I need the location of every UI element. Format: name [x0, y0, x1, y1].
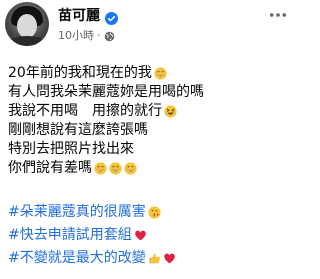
verified-badge-icon [105, 10, 118, 25]
grin-icon [154, 67, 167, 80]
hashtag-link[interactable]: #朵茉麗蔻真的很厲害 [8, 201, 146, 224]
post-line-text: 剛剛想說有這麼誇張嗎 [8, 122, 148, 138]
laugh-tilt-icon [164, 105, 177, 118]
hashtag-line: #不變就是最大的改變 [8, 247, 176, 270]
grin-icon [94, 162, 107, 175]
hashtag-block: #朵茉麗蔻真的很厲害 #快去申請試用套組 #不變就是最大的改變 [8, 201, 176, 270]
post-body: 20年前的我和現在的我 有人問我朵茉麗蔻妳是用喝的嗎 我說不用喝 用擦的就行 剛… [8, 64, 292, 178]
post-line-text: 20年前的我和現在的我 [8, 65, 152, 81]
post-line-text: 有人問我朵茉麗蔻妳是用喝的嗎 [8, 84, 204, 100]
post-meta: 10小時 · [58, 29, 115, 43]
grin-icon [124, 162, 137, 175]
hashtag-line: #朵茉麗蔻真的很厲害 [8, 201, 176, 224]
post-line: 我說不用喝 用擦的就行 [8, 102, 292, 121]
hashtag-link[interactable]: #不變就是最大的改變 [8, 247, 146, 270]
kiss-icon [148, 206, 161, 219]
hashtag-line: #快去申請試用套組 [8, 224, 176, 247]
author-name-row: 苗可麗 [58, 7, 118, 25]
post-line-text: 特別去把照片找出來 [8, 141, 134, 157]
heart-icon [163, 252, 176, 265]
thumbs-up-icon [148, 252, 161, 265]
author-avatar[interactable] [5, 2, 49, 46]
post-line-text: 我說不用喝 用擦的就行 [8, 103, 162, 119]
post-timestamp[interactable]: 10小時 [58, 29, 94, 43]
post-line: 特別去把照片找出來 [8, 140, 292, 159]
heart-icon [134, 229, 147, 242]
more-options-icon[interactable] [268, 8, 288, 22]
facebook-post: 苗可麗 10小時 · 20年前的我和現在的我 有人問我朵茉麗蔻妳是用喝的嗎 我說… [0, 0, 296, 279]
public-globe-icon [104, 31, 115, 42]
meta-separator: · [97, 29, 101, 42]
post-line: 20年前的我和現在的我 [8, 64, 292, 83]
author-name[interactable]: 苗可麗 [58, 7, 100, 25]
grin-icon [109, 162, 122, 175]
post-line: 你們說有差嗎 [8, 159, 292, 178]
post-line: 剛剛想說有這麼誇張嗎 [8, 121, 292, 140]
hashtag-link[interactable]: #快去申請試用套組 [8, 224, 132, 247]
post-line-text: 你們說有差嗎 [8, 160, 92, 176]
post-line: 有人問我朵茉麗蔻妳是用喝的嗎 [8, 83, 292, 102]
